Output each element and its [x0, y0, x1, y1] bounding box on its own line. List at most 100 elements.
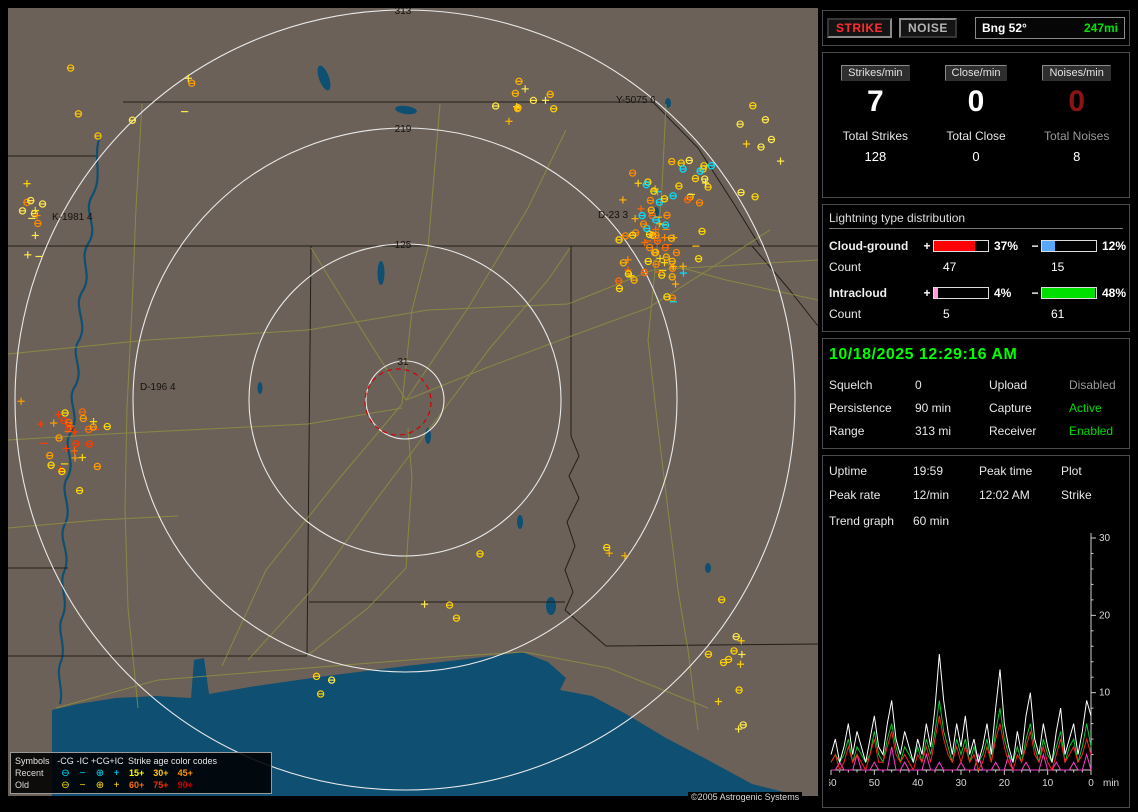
- bearing-label: Bng 52°: [982, 21, 1027, 35]
- cloud-ground-count-row: Count 47 15: [829, 260, 1123, 274]
- total-strikes-label: Total Strikes: [842, 129, 909, 143]
- pos-ic-old-icon: +: [113, 779, 120, 791]
- cg-minus-percent: 12%: [1102, 239, 1127, 253]
- ic-minus-bar: [1041, 287, 1097, 299]
- upload-label: Upload: [989, 378, 1028, 392]
- pos-cg-recent-icon: ⊕: [95, 767, 105, 779]
- minus-sign: −: [1031, 239, 1039, 253]
- neg-ic-old-icon: −: [79, 779, 86, 791]
- noises-per-min-chip[interactable]: Noises/min: [1042, 65, 1111, 81]
- noises-per-min-value: 0: [1068, 85, 1086, 118]
- total-close-label: Total Close: [946, 129, 1006, 143]
- legend-row-old-label: Old: [15, 780, 30, 790]
- cloud-ground-label: Cloud-ground: [829, 239, 909, 253]
- minus-sign: −: [1031, 286, 1039, 300]
- rates-box: Strikes/min 7 Total Strikes 128 Close/mi…: [822, 52, 1130, 198]
- noise-mode-button[interactable]: NOISE: [899, 18, 957, 38]
- svg-text:K-1981 4: K-1981 4: [52, 212, 93, 223]
- map-legend: Symbols -CG -IC +CG +IC Strike age color…: [10, 752, 272, 794]
- legend-symbols-title: Symbols: [15, 756, 50, 766]
- lake: [517, 515, 523, 529]
- svg-text:D-23 3: D-23 3: [598, 210, 628, 221]
- status-grid: Uptime 19:59 Peak time Plot Peak rate 12…: [829, 464, 1123, 502]
- neg-cg-recent-icon: ⊖: [61, 767, 70, 779]
- peak-time-value: 12:02 AM: [979, 488, 1030, 502]
- plus-sign: +: [923, 286, 931, 300]
- trend-graph-header: Trend graph 60 min: [829, 514, 1123, 528]
- ic-plus-percent: 4%: [994, 286, 1012, 300]
- intracloud-count-row: Count 5 61: [829, 307, 1123, 321]
- legend-col-pos-ic: +IC: [109, 756, 124, 766]
- nexstorm-window: 313 219 125 31 Y-5075 6 D-23 3 K-1981 4 D-196 …: [0, 0, 1138, 812]
- settings-grid: Squelch 0 Upload Disabled Persistence 90…: [829, 378, 1123, 438]
- trend-window-value: 60 min: [913, 514, 950, 528]
- strikes-per-min-value: 7: [866, 85, 884, 118]
- cg-count-label: Count: [829, 260, 862, 274]
- svg-text:30: 30: [1099, 533, 1111, 544]
- cg-plus-percent: 37%: [994, 239, 1019, 253]
- svg-text:125: 125: [395, 240, 412, 251]
- strikes-per-min-chip[interactable]: Strikes/min: [841, 65, 910, 81]
- svg-text:Y-5075 6: Y-5075 6: [616, 95, 656, 106]
- legend-col-neg-cg: -CG: [57, 756, 74, 766]
- pos-ic-recent-icon: +: [113, 767, 120, 779]
- total-noises-label: Total Noises: [1043, 129, 1110, 143]
- close-column: Close/min 0 Total Close 0: [926, 63, 1027, 185]
- cg-minus-count: 15: [1051, 260, 1065, 274]
- distribution-title: Lightning type distribution: [829, 211, 1123, 229]
- bearing-display: Bng 52° 247mi: [975, 17, 1125, 39]
- range-label: Range: [829, 424, 865, 438]
- cg-plus-count: 47: [943, 260, 957, 274]
- svg-text:20: 20: [999, 778, 1011, 789]
- age-30: 30+: [153, 768, 169, 778]
- state-borders: [8, 101, 818, 657]
- age-60: 60+: [129, 780, 145, 790]
- total-noises-value: 8: [1073, 149, 1081, 164]
- svg-text:20: 20: [1099, 610, 1111, 621]
- map-canvas: 313 219 125 31 Y-5075 6 D-23 3 K-1981 4 D-196 …: [8, 8, 818, 796]
- status-trend-box: Uptime 19:59 Peak time Plot Peak rate 12…: [822, 455, 1130, 808]
- lightning-map[interactable]: 313 219 125 31 Y-5075 6 D-23 3 K-1981 4 D-196 …: [8, 8, 818, 796]
- ic-count-label: Count: [829, 307, 862, 321]
- svg-text:min: min: [1103, 778, 1119, 789]
- plus-sign: +: [923, 239, 931, 253]
- lake: [705, 563, 711, 573]
- control-panel: STRIKE NOISE Bng 52° 247mi Strikes/min 7…: [822, 10, 1130, 812]
- age-90: 90+: [177, 780, 193, 790]
- cg-minus-bar: [1041, 240, 1097, 252]
- plot-label: Plot: [1061, 464, 1082, 478]
- total-close-value: 0: [972, 149, 980, 164]
- lake: [395, 105, 417, 115]
- bearing-range-value: 247mi: [1083, 21, 1118, 35]
- svg-text:10: 10: [1099, 688, 1111, 699]
- intracloud-row: Intracloud + 4% − 48%: [829, 286, 1126, 300]
- svg-text:40: 40: [912, 778, 924, 789]
- age-45: 45+: [177, 768, 193, 778]
- svg-text:60: 60: [829, 778, 837, 789]
- receiver-status: Enabled: [1069, 424, 1114, 438]
- lake: [257, 382, 263, 394]
- copyright-text: ©2005 Astrogenic Systems: [688, 792, 803, 802]
- close-per-min-chip[interactable]: Close/min: [944, 65, 1008, 81]
- svg-text:D-196 4: D-196 4: [140, 382, 176, 393]
- peak-time-label: Peak time: [979, 464, 1033, 478]
- datetime-settings-box: 10/18/2025 12:29:16 AM Squelch 0 Upload …: [822, 338, 1130, 449]
- uptime-label: Uptime: [829, 464, 868, 478]
- persistence-label: Persistence: [829, 401, 892, 415]
- svg-text:50: 50: [869, 778, 881, 789]
- peak-rate-label: Peak rate: [829, 488, 881, 502]
- neg-ic-recent-icon: −: [79, 767, 86, 779]
- lake: [377, 261, 385, 285]
- trend-graph: 10 20 30 60 50 40 30 20 10 0 min: [825, 533, 1119, 789]
- receiver-label: Receiver: [989, 424, 1037, 438]
- svg-text:30: 30: [955, 778, 967, 789]
- svg-text:10: 10: [1042, 778, 1054, 789]
- cg-plus-bar: [933, 240, 989, 252]
- total-strikes-value: 128: [864, 149, 887, 164]
- legend-age-title: Strike age color codes: [128, 756, 218, 766]
- noises-column: Noises/min 0 Total Noises 8: [1026, 63, 1127, 185]
- cloud-ground-row: Cloud-ground + 37% − 12%: [829, 239, 1126, 253]
- range-value: 313 mi: [915, 424, 952, 438]
- strike-mode-button[interactable]: STRIKE: [827, 18, 893, 38]
- ic-plus-count: 5: [943, 307, 950, 321]
